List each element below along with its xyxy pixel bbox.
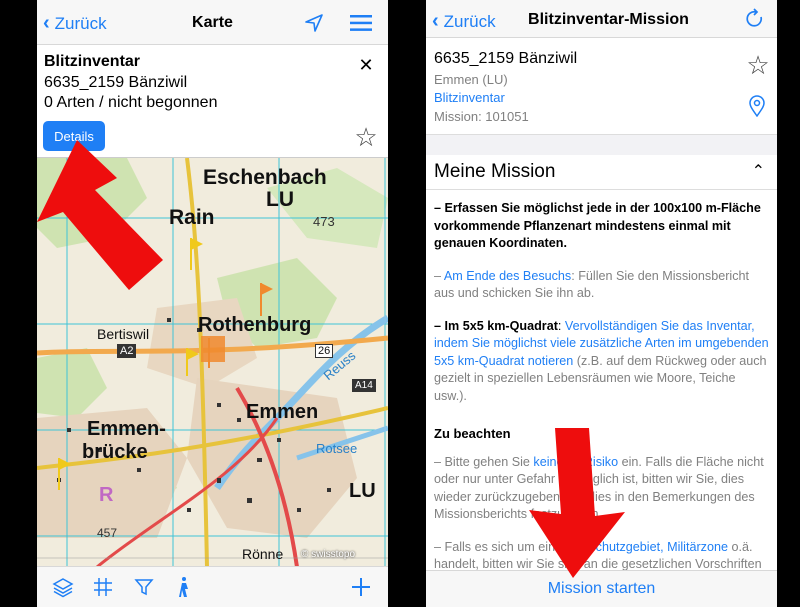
place-label: Eschenbach	[203, 166, 327, 189]
instruction-dash: –	[434, 268, 444, 283]
lake-label: Rotsee	[316, 441, 358, 456]
red-arrow-down-annotation	[529, 428, 625, 578]
place-label: Bertiswil	[97, 326, 150, 342]
layers-icon[interactable]	[51, 575, 75, 599]
close-icon[interactable]: ✕	[356, 55, 376, 75]
instruction-bold: – Im 5x5 km-Quadrat	[434, 318, 558, 333]
square-name: 6635_2159 Bänziwil	[434, 50, 578, 67]
place-label: Emmen-	[87, 418, 166, 440]
chevron-left-icon: ‹	[43, 12, 50, 34]
star-icon[interactable]: ☆	[352, 122, 380, 152]
back-label: Zurück	[443, 11, 496, 31]
menu-icon[interactable]	[348, 11, 374, 35]
map-pin-icon[interactable]	[747, 94, 767, 118]
instruction-colon: :	[557, 318, 565, 333]
place-label: Emmen	[246, 401, 319, 423]
copyright-text: © swisstopo	[301, 549, 356, 560]
place-label: Rönne	[242, 546, 284, 562]
back-button[interactable]: ‹ Zurück	[43, 12, 107, 35]
section-separator	[426, 135, 777, 155]
status-text: 0 Arten / nicht begonnen	[44, 94, 218, 111]
mission-id-text: Mission: 101051	[434, 109, 529, 124]
map-screen: ‹ Zurück Karte Blitzinventar 6635_2159 B…	[37, 0, 388, 607]
nav-bar: ‹ Zurück Blitzinventar-Mission	[426, 0, 777, 38]
instruction-item: – Erfassen Sie möglichst jede in der 100…	[434, 201, 761, 250]
back-button[interactable]: ‹ Zurück	[432, 10, 496, 33]
mission-section-header[interactable]: Meine Mission ⌃	[426, 155, 777, 190]
project-link[interactable]: Blitzinventar	[434, 90, 505, 105]
road-label: 26	[315, 344, 334, 358]
back-label: Zurück	[54, 13, 107, 33]
road-label: A14	[352, 379, 376, 392]
place-label: LU	[349, 480, 376, 502]
mission-summary: 6635_2159 Bänziwil Emmen (LU) Blitzinven…	[426, 38, 777, 135]
square-name: 6635_2159 Bänziwil	[44, 74, 188, 91]
chevron-left-icon: ‹	[432, 10, 439, 32]
mission-screen: ‹ Zurück Blitzinventar-Mission 6635_2159…	[426, 0, 777, 607]
place-label: brücke	[82, 441, 148, 463]
red-arrow-up-annotation	[37, 140, 163, 290]
chevron-up-icon: ⌃	[751, 163, 765, 180]
municipality-text: Emmen (LU)	[434, 72, 508, 87]
road-label: A2	[117, 344, 137, 358]
grid-icon[interactable]	[91, 575, 115, 599]
nav-bar: ‹ Zurück Karte	[37, 0, 388, 45]
place-label: LU	[266, 188, 294, 211]
instruction-link[interactable]: Am Ende des Besuchs	[444, 269, 571, 283]
instruction-item: – Am Ende des Besuchs: Füllen Sie den Mi…	[434, 268, 771, 303]
walk-icon[interactable]	[173, 575, 197, 599]
place-label: R	[99, 484, 114, 506]
place-label: Rothenburg	[198, 314, 312, 336]
filter-icon[interactable]	[132, 575, 156, 599]
section-title: Meine Mission	[434, 161, 556, 182]
elevation-label: 473	[313, 214, 335, 229]
refresh-icon[interactable]	[743, 7, 767, 31]
location-arrow-icon[interactable]	[302, 11, 326, 35]
star-icon[interactable]: ☆	[745, 50, 771, 80]
plus-icon[interactable]	[349, 575, 373, 599]
project-title: Blitzinventar	[44, 53, 141, 70]
instruction-item: – Im 5x5 km-Quadrat: Vervollständigen Si…	[434, 318, 771, 406]
elevation-label: 457	[97, 526, 118, 540]
bottom-toolbar	[37, 566, 388, 607]
note-text: – Bitte gehen Sie	[434, 454, 534, 469]
